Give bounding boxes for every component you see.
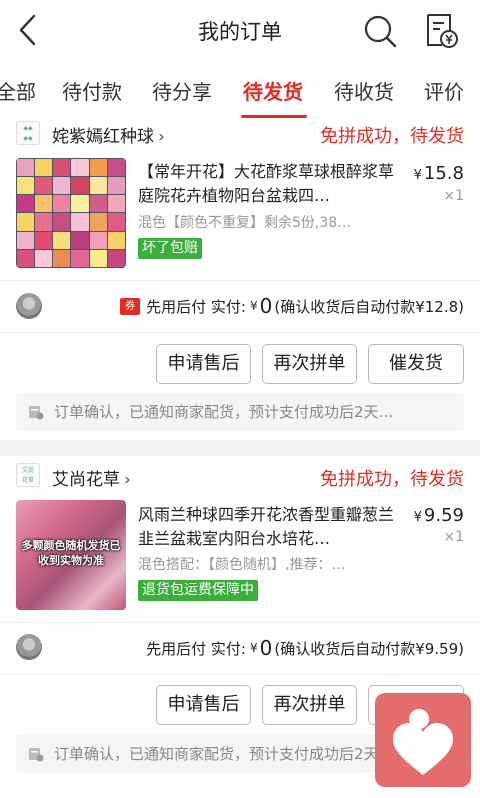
product-quantity: ×1 bbox=[443, 188, 464, 204]
shop-logo: ◆◆ ◆◆ bbox=[16, 121, 40, 145]
payment-summary: 先用后付 实付: ¥ 0 (确认收货后自动付款¥9.59) bbox=[146, 636, 464, 660]
chevron-right-icon: › bbox=[124, 470, 131, 490]
tab-review[interactable]: 评价 bbox=[424, 76, 464, 105]
divider bbox=[0, 332, 480, 333]
divider bbox=[0, 674, 480, 675]
divider bbox=[0, 622, 480, 623]
after-sales-button[interactable]: 申请售后 bbox=[156, 685, 251, 725]
product-title[interactable]: 风雨兰种球四季开花浓香型重瓣葱兰韭兰盆栽室内阳台水培花… bbox=[138, 503, 400, 551]
payment-summary: 券 先用后付 实付: ¥ 0 (确认收货后自动付款¥12.8) bbox=[120, 294, 464, 318]
shop-logo: 艾尚 花草 bbox=[16, 463, 40, 487]
product-spec: 混色搭配：【颜色随机】,推荐：… bbox=[138, 557, 346, 573]
top-bar: 我的订单 bbox=[0, 0, 480, 62]
product-spec: 混色【颜色不重复】剩余5份,38… bbox=[138, 215, 352, 231]
product-price: ¥15.8 bbox=[413, 163, 464, 184]
page-title: 我的订单 bbox=[198, 20, 282, 44]
product-price: ¥9.59 bbox=[413, 505, 464, 526]
order-status: 免拼成功，待发货 bbox=[320, 469, 464, 490]
tab-pending-payment[interactable]: 待付款 bbox=[62, 76, 122, 105]
avatar bbox=[16, 634, 42, 660]
floating-heart-button[interactable] bbox=[375, 693, 471, 787]
order-status: 免拼成功，待发货 bbox=[320, 126, 464, 147]
reorder-button[interactable]: 再次拼单 bbox=[262, 344, 357, 384]
guarantee-badge: 坏了包赔 bbox=[138, 238, 202, 259]
reorder-button[interactable]: 再次拼单 bbox=[262, 685, 357, 725]
tab-all[interactable]: 全部 bbox=[0, 76, 36, 105]
after-sales-button[interactable]: 申请售后 bbox=[156, 344, 251, 384]
urge-shipment-button[interactable]: 催发货 bbox=[368, 344, 464, 384]
tab-pending-receipt[interactable]: 待收货 bbox=[334, 76, 394, 105]
product-thumbnail[interactable]: 多颗颜色随机发货已收到实物为准 bbox=[16, 500, 126, 610]
heart-icon bbox=[393, 709, 453, 775]
tab-pending-share[interactable]: 待分享 bbox=[152, 76, 212, 105]
order-notice[interactable]: 订单确认，已通知商家配货，预计支付成功后2天… bbox=[16, 393, 464, 431]
product-title[interactable]: 【常年开花】大花酢浆草球根醉浆草庭院花卉植物阳台盆栽四… bbox=[138, 160, 400, 208]
delivery-icon bbox=[29, 748, 44, 762]
divider bbox=[0, 280, 480, 281]
order-card: ◆◆ ◆◆ 姹紫嫣红种球 › 免拼成功，待发货 【常年开花】大花酢浆草球根醉浆草庭院… bbox=[0, 118, 480, 440]
shop-name-link[interactable]: 艾尚花草 › bbox=[52, 465, 131, 490]
order-tabs: 全部 待付款 待分享 待发货 待收货 评价 bbox=[0, 62, 480, 120]
delivery-icon bbox=[29, 406, 44, 420]
avatar bbox=[16, 293, 42, 319]
guarantee-badge: 退货包运费保障中 bbox=[138, 580, 258, 601]
invoice-icon[interactable] bbox=[422, 12, 458, 48]
tab-pending-shipment[interactable]: 待发货 bbox=[243, 76, 303, 105]
chevron-right-icon: › bbox=[158, 127, 165, 147]
product-quantity: ×1 bbox=[443, 529, 464, 545]
coupon-badge: 券 bbox=[120, 297, 141, 315]
shop-name-link[interactable]: 姹紫嫣红种球 › bbox=[52, 122, 165, 147]
search-icon[interactable] bbox=[363, 14, 397, 48]
product-thumbnail[interactable] bbox=[16, 158, 126, 268]
